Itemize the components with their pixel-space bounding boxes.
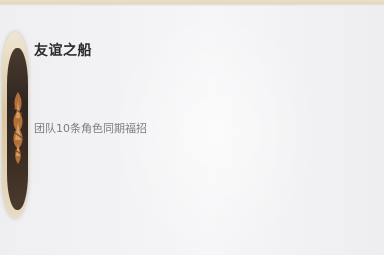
top-divider (0, 0, 384, 6)
badge-core (7, 48, 28, 210)
ship-emblem-icon (13, 92, 23, 164)
achievement-title: 友谊之船 (34, 43, 92, 59)
achievement-badge (2, 32, 28, 218)
achievement-card[interactable]: 友谊之船 团队10条角色同期福招 (0, 28, 200, 228)
achievement-screen: 友谊之船 团队10条角色同期福招 (0, 0, 384, 255)
achievement-description: 团队10条角色同期福招 (34, 122, 147, 135)
